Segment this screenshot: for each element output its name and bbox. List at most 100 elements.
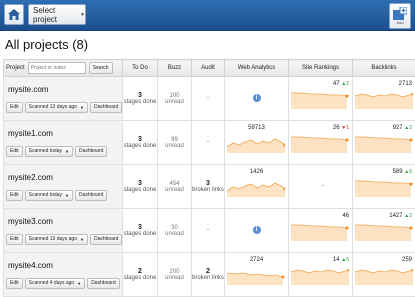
table-header-row: Project Search To Do Buzz Audit Web Anal… xyxy=(4,60,415,77)
audit-cell[interactable]: 2broken links xyxy=(192,253,225,297)
audit-cell[interactable]: - xyxy=(192,121,225,165)
audit-label: - xyxy=(207,95,209,101)
project-name[interactable]: mysite4.com xyxy=(8,261,120,270)
sparkline-endpoint xyxy=(410,139,413,142)
sparkline xyxy=(227,263,285,285)
chevron-down-icon: ▼ xyxy=(77,281,81,286)
edit-button[interactable]: Edit xyxy=(6,234,23,245)
analytics-cell[interactable]: i xyxy=(225,209,289,253)
chevron-down-icon: ▼ xyxy=(65,193,69,198)
search-button[interactable]: Search xyxy=(89,62,113,74)
analytics-cell[interactable]: 1426 xyxy=(225,165,289,209)
project-name[interactable]: mysite2.com xyxy=(8,173,120,182)
rankings-cell[interactable]: - xyxy=(289,165,353,209)
edit-button[interactable]: Edit xyxy=(6,102,23,113)
rankings-cell[interactable]: 46 xyxy=(289,209,353,253)
scan-status-dropdown[interactable]: Scanned today▼ xyxy=(25,146,73,157)
select-project-dropdown[interactable]: Select project ▼ xyxy=(28,4,86,25)
todo-label: stages done xyxy=(124,275,157,281)
project-name[interactable]: mysite3.com xyxy=(8,217,120,226)
header-buzz[interactable]: Buzz xyxy=(158,60,192,77)
sparkline-endpoint xyxy=(346,139,349,142)
scan-status-dropdown[interactable]: Scanned 4 days ago▼ xyxy=(25,278,86,289)
search-input[interactable] xyxy=(28,62,86,74)
header-analytics[interactable]: Web Analytics xyxy=(225,60,289,77)
add-project-button[interactable]: Add xyxy=(389,3,411,29)
sparkline-area xyxy=(291,93,347,109)
rankings-sparkline-box: 26 ▼1 xyxy=(289,121,352,164)
dashboard-button[interactable]: Dashboard xyxy=(75,146,107,157)
dashboard-button[interactable]: Dashboard xyxy=(90,234,122,245)
project-cell: mysite1.com EditScanned today▼Dashboard xyxy=(4,121,123,165)
analytics-sparkline-box: 2724 xyxy=(225,253,288,296)
dashboard-button[interactable]: Dashboard xyxy=(87,278,119,289)
audit-cell[interactable]: - xyxy=(192,77,225,121)
todo-cell[interactable]: 3stages done xyxy=(123,209,158,253)
rankings-cell[interactable]: 26 ▼1 xyxy=(289,121,353,165)
sparkline xyxy=(355,219,413,241)
todo-count: 3 xyxy=(123,180,157,187)
header-rankings[interactable]: Site Rankings xyxy=(289,60,353,77)
info-icon[interactable]: i xyxy=(253,94,261,102)
project-name[interactable]: mysite1.com xyxy=(8,129,120,138)
sparkline xyxy=(355,175,413,197)
backlinks-sparkline-box: 1427 ▲2 xyxy=(353,209,415,252)
scan-status-dropdown[interactable]: Scanned today▼ xyxy=(25,190,73,201)
table-row: mysite3.com EditScanned 13 days ago▼Dashb… xyxy=(4,209,415,253)
backlinks-cell[interactable]: 589 ▲6 xyxy=(353,165,415,209)
dashboard-button[interactable]: Dashboard xyxy=(75,190,107,201)
buzz-cell[interactable]: 454unread xyxy=(158,165,192,209)
scan-status-dropdown[interactable]: Scanned 13 days ago▼ xyxy=(25,102,88,113)
audit-label: - xyxy=(207,227,209,233)
rankings-cell[interactable]: 14 ▲6 xyxy=(289,253,353,297)
buzz-label: unread xyxy=(158,99,191,105)
edit-button[interactable]: Edit xyxy=(6,278,23,289)
todo-cell[interactable]: 2stages done xyxy=(123,253,158,297)
home-button[interactable] xyxy=(4,4,24,25)
analytics-cell[interactable]: i xyxy=(225,77,289,121)
project-name[interactable]: mysite.com xyxy=(8,85,120,94)
sparkline xyxy=(227,175,285,197)
rankings-number: - xyxy=(322,183,324,189)
header-project: Project Search xyxy=(4,60,123,77)
buzz-cell[interactable]: 99unread xyxy=(158,121,192,165)
info-icon[interactable]: i xyxy=(253,226,261,234)
buzz-cell[interactable]: 200unread xyxy=(158,253,192,297)
backlinks-cell[interactable]: 1427 ▲2 xyxy=(353,209,415,253)
add-label: Add xyxy=(396,20,403,25)
scan-status-dropdown[interactable]: Scanned 13 days ago▼ xyxy=(25,234,88,245)
chevron-down-icon: ▼ xyxy=(80,237,84,242)
todo-label: stages done xyxy=(124,231,157,237)
todo-label: stages done xyxy=(124,143,157,149)
todo-count: 3 xyxy=(123,92,157,99)
table-row: mysite4.com EditScanned 4 days ago▼Dashbo… xyxy=(4,253,415,297)
analytics-sparkline-box: 59713 xyxy=(225,121,288,164)
project-actions: EditScanned 13 days ago▼Dashboard xyxy=(6,102,120,113)
analytics-cell[interactable]: 59713 xyxy=(225,121,289,165)
buzz-cell[interactable]: 30unread xyxy=(158,209,192,253)
sparkline xyxy=(355,263,413,285)
header-todo[interactable]: To Do xyxy=(123,60,158,77)
analytics-cell[interactable]: 2724 xyxy=(225,253,289,297)
todo-cell[interactable]: 3stages done xyxy=(123,165,158,209)
rankings-cell[interactable]: 47 ▲2 xyxy=(289,77,353,121)
backlinks-cell[interactable]: 2713 xyxy=(353,77,415,121)
buzz-cell[interactable]: 100unread xyxy=(158,77,192,121)
sparkline-area xyxy=(227,183,285,197)
analytics-sparkline-box: 1426 xyxy=(225,165,288,208)
backlinks-cell[interactable]: 927 ▲2 xyxy=(353,121,415,165)
add-icon xyxy=(393,7,407,20)
edit-button[interactable]: Edit xyxy=(6,190,23,201)
edit-button[interactable]: Edit xyxy=(6,146,23,157)
backlinks-cell[interactable]: 259 xyxy=(353,253,415,297)
audit-cell[interactable]: 3broken links xyxy=(192,165,225,209)
rankings-value: - xyxy=(322,183,324,189)
header-backlinks[interactable]: Backlinks xyxy=(353,60,415,77)
sparkline-endpoint xyxy=(410,183,413,186)
todo-label: stages done xyxy=(124,99,157,105)
todo-cell[interactable]: 3stages done xyxy=(123,77,158,121)
todo-cell[interactable]: 3stages done xyxy=(123,121,158,165)
dashboard-button[interactable]: Dashboard xyxy=(90,102,122,113)
header-audit[interactable]: Audit xyxy=(192,60,225,77)
audit-cell[interactable]: - xyxy=(192,209,225,253)
